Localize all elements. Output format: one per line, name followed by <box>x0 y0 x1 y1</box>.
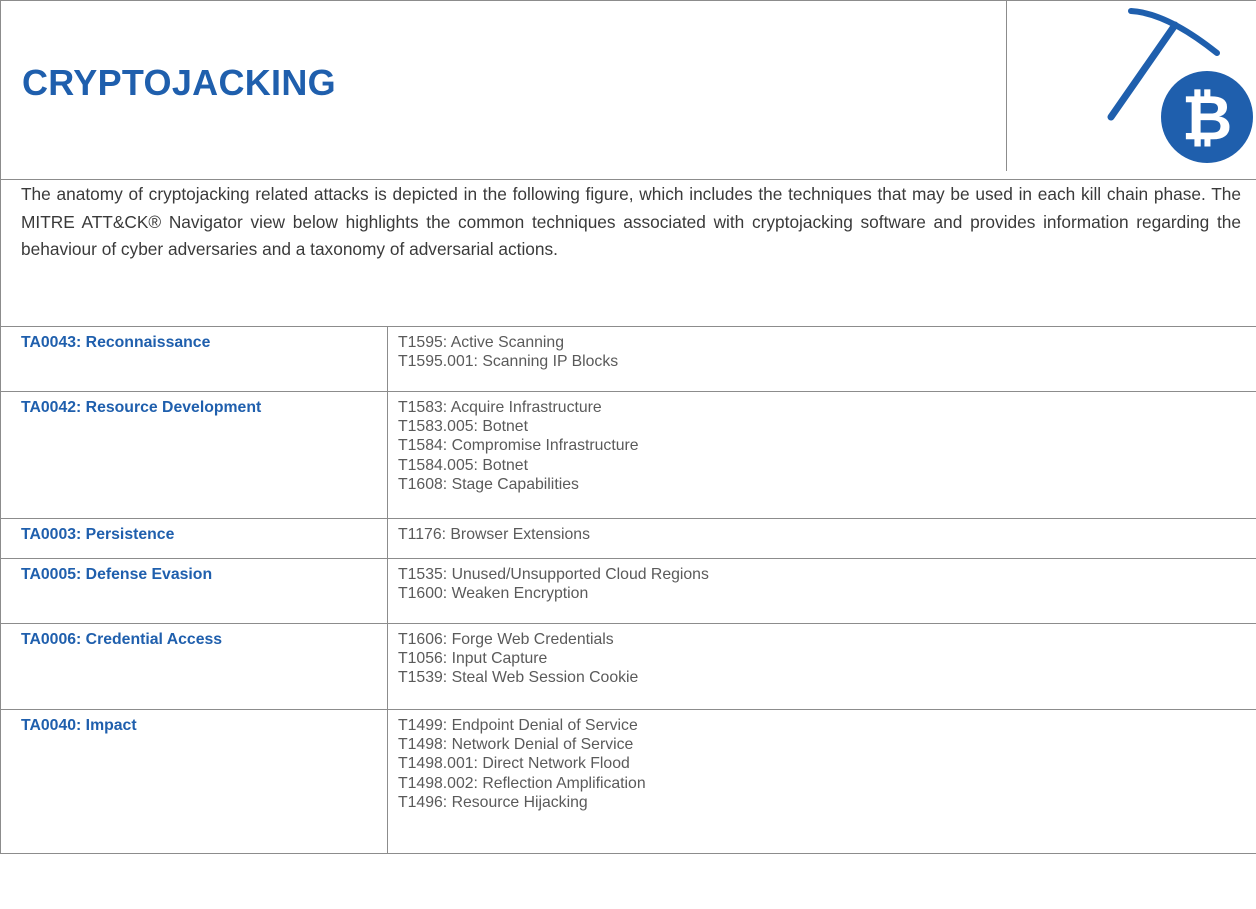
technique-item: T1496: Resource Hijacking <box>398 793 588 811</box>
tactics-table: TA0043: Reconnaissance T1595: Active Scan… <box>0 326 1256 854</box>
intro-paragraph: The anatomy of cryptojacking related att… <box>21 184 1241 260</box>
tactic-label: TA0043: Reconnaissance <box>21 334 211 351</box>
header: CRYPTOJACKING ₿ <box>0 0 1256 180</box>
technique-item: T1584.005: Botnet <box>398 456 528 474</box>
tactic-cell: TA0005: Defense Evasion <box>0 558 388 624</box>
tactic-cell: TA0040: Impact <box>0 709 388 854</box>
page-title: CRYPTOJACKING <box>22 62 336 103</box>
pickaxe-bitcoin-icon: ₿ <box>1097 3 1256 171</box>
technique-item: T1595: Active Scanning <box>398 334 564 351</box>
tactic-row: TA0006: Credential Access T1606: Forge We… <box>0 623 1256 710</box>
page: CRYPTOJACKING ₿ The anatomy of cryptojac… <box>0 0 1256 909</box>
tactic-label: TA0005: Defense Evasion <box>21 566 213 583</box>
bitcoin-symbol-icon: ₿ <box>1182 81 1233 154</box>
tactic-label: TA0042: Resource Development <box>21 399 262 416</box>
techniques-cell: T1606: Forge Web Credentials T1056: Input… <box>387 623 1256 710</box>
tactics-body: TA0043: Reconnaissance T1595: Active Scan… <box>0 326 1256 854</box>
techniques-list: T1535: Unused/Unsupported Cloud Regions T… <box>388 559 1256 603</box>
techniques-list: T1499: Endpoint Denial of Service T1498: … <box>388 710 1256 812</box>
technique-item: T1606: Forge Web Credentials <box>398 631 614 648</box>
techniques-cell: T1595: Active Scanning T1595.001: Scannin… <box>387 326 1256 392</box>
tactic-row: TA0005: Defense Evasion T1535: Unused/Uns… <box>0 558 1256 624</box>
techniques-list: T1176: Browser Extensions <box>388 519 1256 544</box>
techniques-list: T1606: Forge Web Credentials T1056: Input… <box>388 624 1256 688</box>
techniques-cell: T1499: Endpoint Denial of Service T1498: … <box>387 709 1256 854</box>
technique-item: T1056: Input Capture <box>398 650 548 668</box>
technique-item: T1498: Network Denial of Service <box>398 736 634 754</box>
header-divider <box>1006 1 1007 171</box>
technique-item: T1600: Weaken Encryption <box>398 585 589 603</box>
tactic-row: TA0003: Persistence T1176: Browser Extens… <box>0 518 1256 559</box>
tactic-cell: TA0042: Resource Development <box>0 391 388 519</box>
technique-item: T1608: Stage Capabilities <box>398 475 579 493</box>
tactic-cell: TA0043: Reconnaissance <box>0 326 388 392</box>
tactic-row: TA0043: Reconnaissance T1595: Active Scan… <box>0 326 1256 392</box>
technique-item: T1176: Browser Extensions <box>398 526 590 543</box>
tactic-label: TA0040: Impact <box>21 717 137 734</box>
technique-item: T1583: Acquire Infrastructure <box>398 399 602 416</box>
tactic-label: TA0003: Persistence <box>21 526 175 543</box>
technique-item: T1498.002: Reflection Amplification <box>398 774 646 792</box>
techniques-cell: T1583: Acquire Infrastructure T1583.005: … <box>387 391 1256 519</box>
tactic-cell: TA0003: Persistence <box>0 518 388 559</box>
techniques-list: T1595: Active Scanning T1595.001: Scannin… <box>388 327 1256 371</box>
technique-item: T1535: Unused/Unsupported Cloud Regions <box>398 566 709 583</box>
technique-item: T1595.001: Scanning IP Blocks <box>398 353 619 371</box>
technique-item: T1539: Steal Web Session Cookie <box>398 669 639 687</box>
techniques-cell: T1535: Unused/Unsupported Cloud Regions T… <box>387 558 1256 624</box>
technique-item: T1584: Compromise Infrastructure <box>398 437 639 455</box>
technique-item: T1583.005: Botnet <box>398 418 528 436</box>
tactic-label: TA0006: Credential Access <box>21 631 223 648</box>
technique-item: T1498.001: Direct Network Flood <box>398 755 630 773</box>
tactic-cell: TA0006: Credential Access <box>0 623 388 710</box>
tactic-row: TA0042: Resource Development T1583: Acqui… <box>0 391 1256 519</box>
page-bottom-edge <box>0 905 1256 909</box>
techniques-list: T1583: Acquire Infrastructure T1583.005: … <box>388 392 1256 494</box>
tactic-row: TA0040: Impact T1499: Endpoint Denial of … <box>0 709 1256 854</box>
pickaxe-bitcoin-svg: ₿ <box>1107 8 1253 163</box>
technique-item: T1499: Endpoint Denial of Service <box>398 717 638 734</box>
techniques-cell: T1176: Browser Extensions <box>387 518 1256 559</box>
